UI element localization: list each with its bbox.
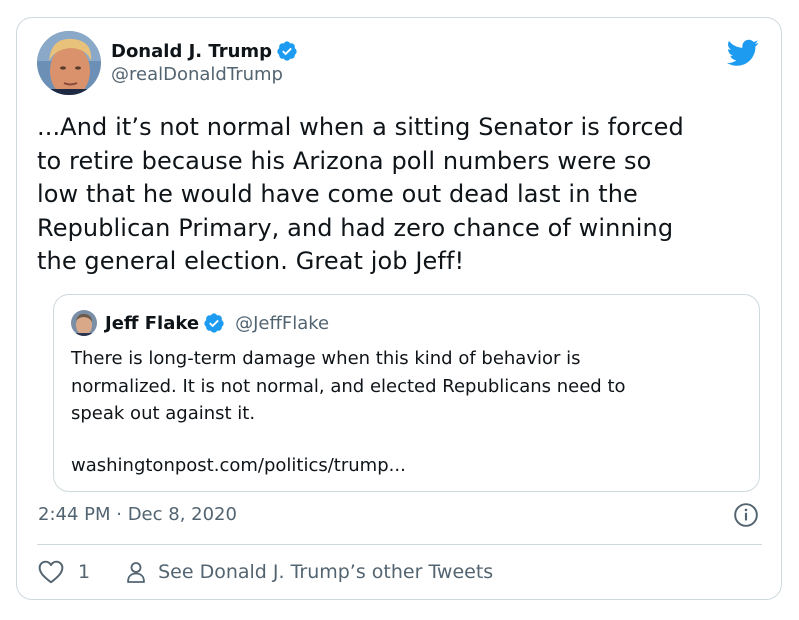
author-block: Donald J. Trump @realDonaldTrump bbox=[111, 38, 298, 85]
quoted-line: normalized. It is not normal, and electe… bbox=[71, 375, 626, 397]
twitter-bird-icon[interactable] bbox=[727, 39, 759, 67]
heart-icon[interactable] bbox=[38, 560, 64, 584]
tweet-actions: 1 See Donald J. Trump’s other Tweets bbox=[38, 558, 493, 586]
tweet-card: Donald J. Trump @realDonaldTrump ...And … bbox=[16, 17, 782, 600]
verified-badge-icon bbox=[204, 313, 224, 333]
quoted-author-handle[interactable]: @JeffFlake bbox=[235, 313, 329, 334]
tweet-line: to retire because his Arizona poll numbe… bbox=[37, 146, 652, 175]
see-other-tweets-link[interactable]: See Donald J. Trump’s other Tweets bbox=[158, 561, 493, 583]
divider bbox=[37, 544, 762, 545]
quoted-line: There is long-term damage when this kind… bbox=[71, 348, 581, 369]
author-name[interactable]: Donald J. Trump bbox=[111, 41, 272, 62]
quoted-author-name[interactable]: Jeff Flake bbox=[105, 313, 199, 334]
quoted-tweet[interactable]: Jeff Flake @JeffFlake There is long-term… bbox=[53, 294, 760, 492]
quoted-text: There is long-term damage when this kind… bbox=[71, 345, 751, 428]
quoted-link[interactable]: washingtonpost.com/politics/trump... bbox=[71, 455, 406, 476]
tweet-timestamp[interactable]: 2:44 PM · Dec 8, 2020 bbox=[38, 504, 237, 525]
quoted-author-avatar[interactable] bbox=[71, 310, 97, 336]
verified-badge-icon bbox=[277, 41, 297, 61]
like-count: 1 bbox=[78, 561, 91, 583]
tweet-line: ...And it’s not normal when a sitting Se… bbox=[37, 113, 684, 141]
quoted-header: Jeff Flake @JeffFlake bbox=[105, 309, 329, 337]
tweet-line: the general election. Great job Jeff! bbox=[37, 247, 465, 275]
tweet-line: low that he would have come out dead las… bbox=[37, 180, 638, 208]
tweet-text: ...And it’s not normal when a sitting Se… bbox=[37, 111, 767, 279]
author-avatar[interactable] bbox=[37, 31, 101, 95]
tweet-line: Republican Primary, and had zero chance … bbox=[37, 213, 674, 242]
info-icon[interactable] bbox=[733, 502, 759, 528]
quoted-line: speak out against it. bbox=[71, 403, 256, 424]
author-handle[interactable]: @realDonaldTrump bbox=[111, 64, 298, 85]
person-icon[interactable] bbox=[124, 560, 148, 584]
